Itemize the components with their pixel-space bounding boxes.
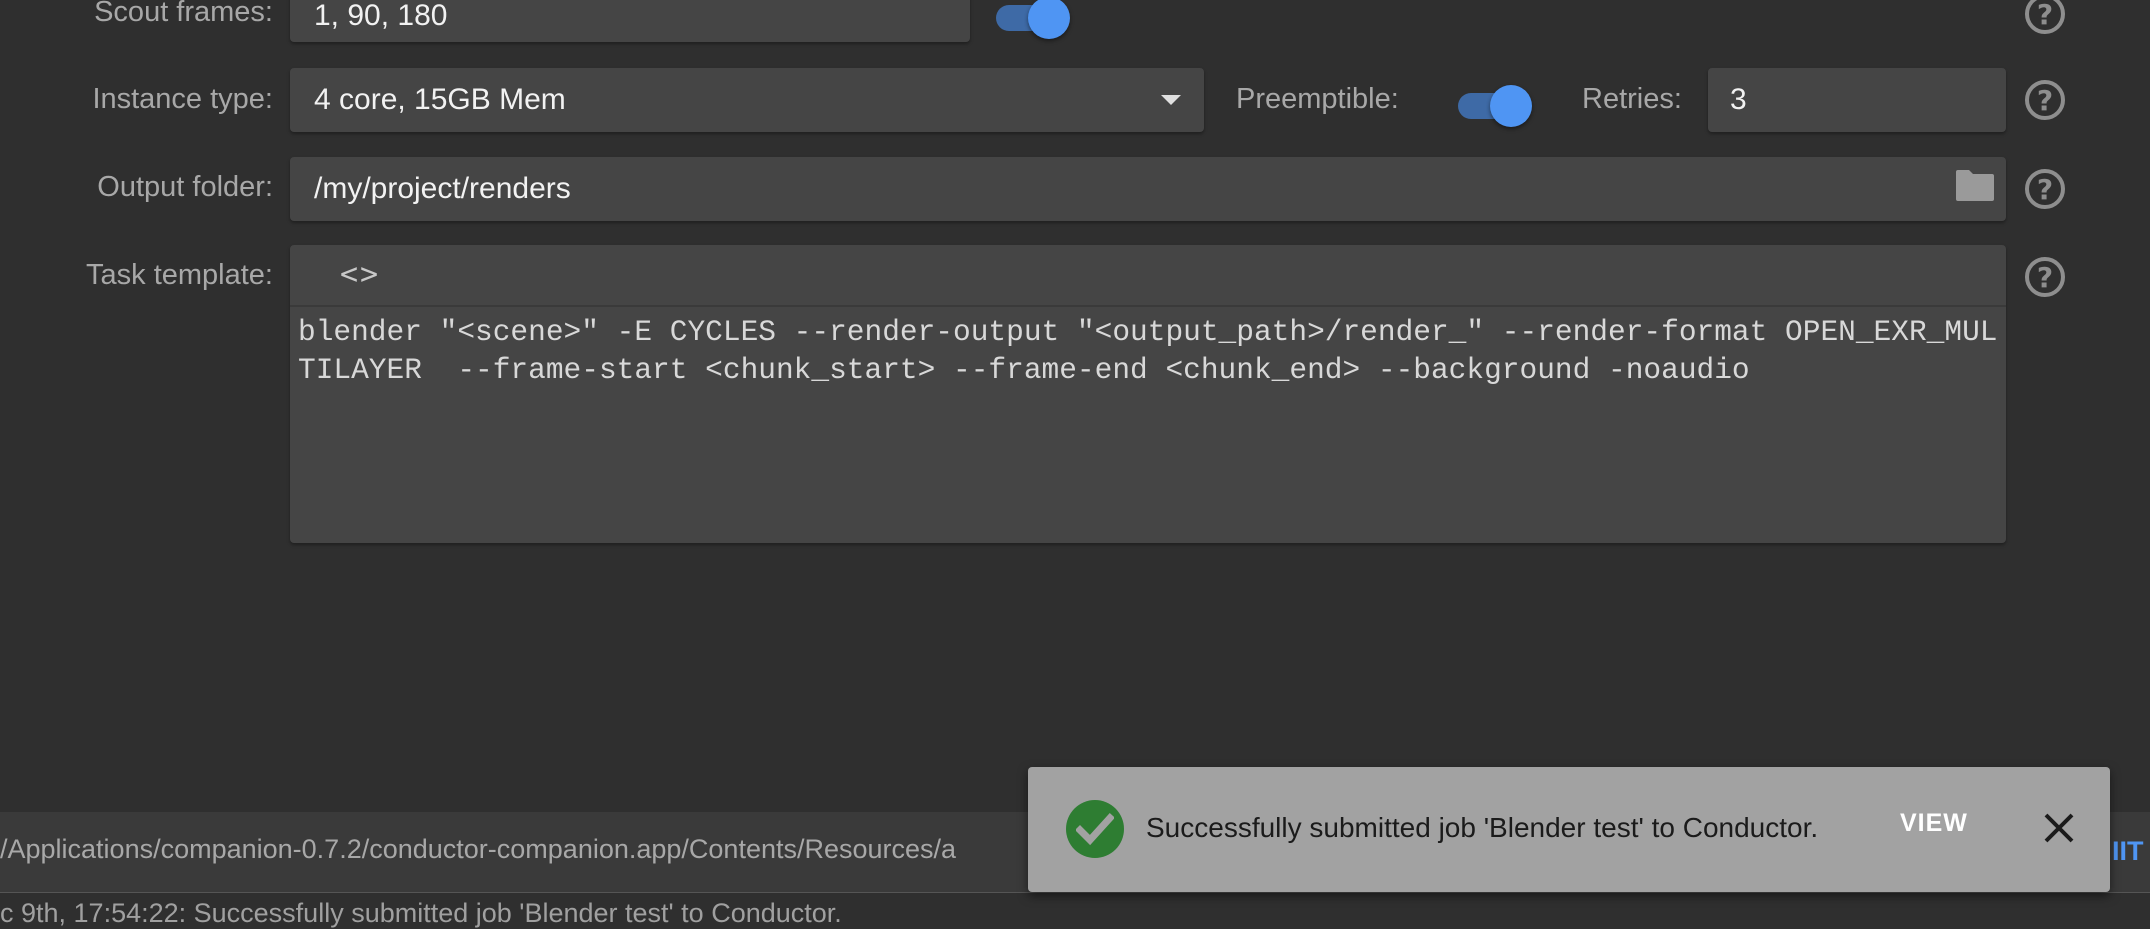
folder-icon[interactable] — [1954, 168, 1996, 202]
snackbar-message: Successfully submitted job 'Blender test… — [1146, 812, 1819, 843]
success-snackbar: Successfully submitted job 'Blender test… — [1028, 767, 2110, 892]
scout-frames-toggle[interactable] — [994, 0, 1070, 39]
log-line: c 9th, 17:54:22: Successfully submitted … — [0, 898, 842, 928]
scout-frames-input[interactable]: 1, 90, 180 — [290, 0, 970, 42]
instance-type-select[interactable]: 4 core, 15GB Mem — [290, 68, 1204, 132]
toggle-thumb — [1490, 85, 1532, 127]
instance-type-value: 4 core, 15GB Mem — [314, 83, 566, 116]
retries-label: Retries: — [1582, 83, 1682, 115]
help-icon[interactable]: ? — [2025, 80, 2065, 120]
close-icon[interactable] — [2042, 811, 2076, 845]
task-template-editor[interactable]: <> blender "<scene>" -E CYCLES --render-… — [290, 245, 2006, 543]
code-icon[interactable]: <> — [340, 257, 380, 292]
output-folder-value: /my/project/renders — [314, 172, 571, 205]
preemptible-toggle[interactable] — [1456, 83, 1532, 127]
submit-button[interactable]: IIT — [2112, 836, 2144, 867]
help-icon[interactable]: ? — [2025, 0, 2065, 34]
preemptible-label: Preemptible: — [1236, 83, 1399, 115]
task-template-label: Task template: — [86, 259, 273, 291]
help-icon[interactable]: ? — [2025, 169, 2065, 209]
task-template-textarea[interactable]: blender "<scene>" -E CYCLES --render-out… — [298, 313, 1998, 389]
output-folder-input[interactable]: /my/project/renders — [290, 157, 2006, 221]
template-toolbar: <> — [290, 245, 2006, 307]
scout-frames-label: Scout frames: — [94, 0, 273, 28]
help-icon[interactable]: ? — [2025, 257, 2065, 297]
dropdown-arrow-icon[interactable] — [1161, 95, 1181, 105]
status-path: /Applications/companion-0.7.2/conductor-… — [0, 834, 957, 864]
retries-input[interactable]: 3 — [1708, 68, 2006, 132]
instance-type-label: Instance type: — [92, 83, 273, 115]
toggle-thumb — [1028, 0, 1070, 39]
output-folder-label: Output folder: — [97, 171, 273, 203]
check-circle-icon — [1066, 800, 1124, 858]
view-button[interactable]: VIEW — [1900, 809, 1968, 838]
